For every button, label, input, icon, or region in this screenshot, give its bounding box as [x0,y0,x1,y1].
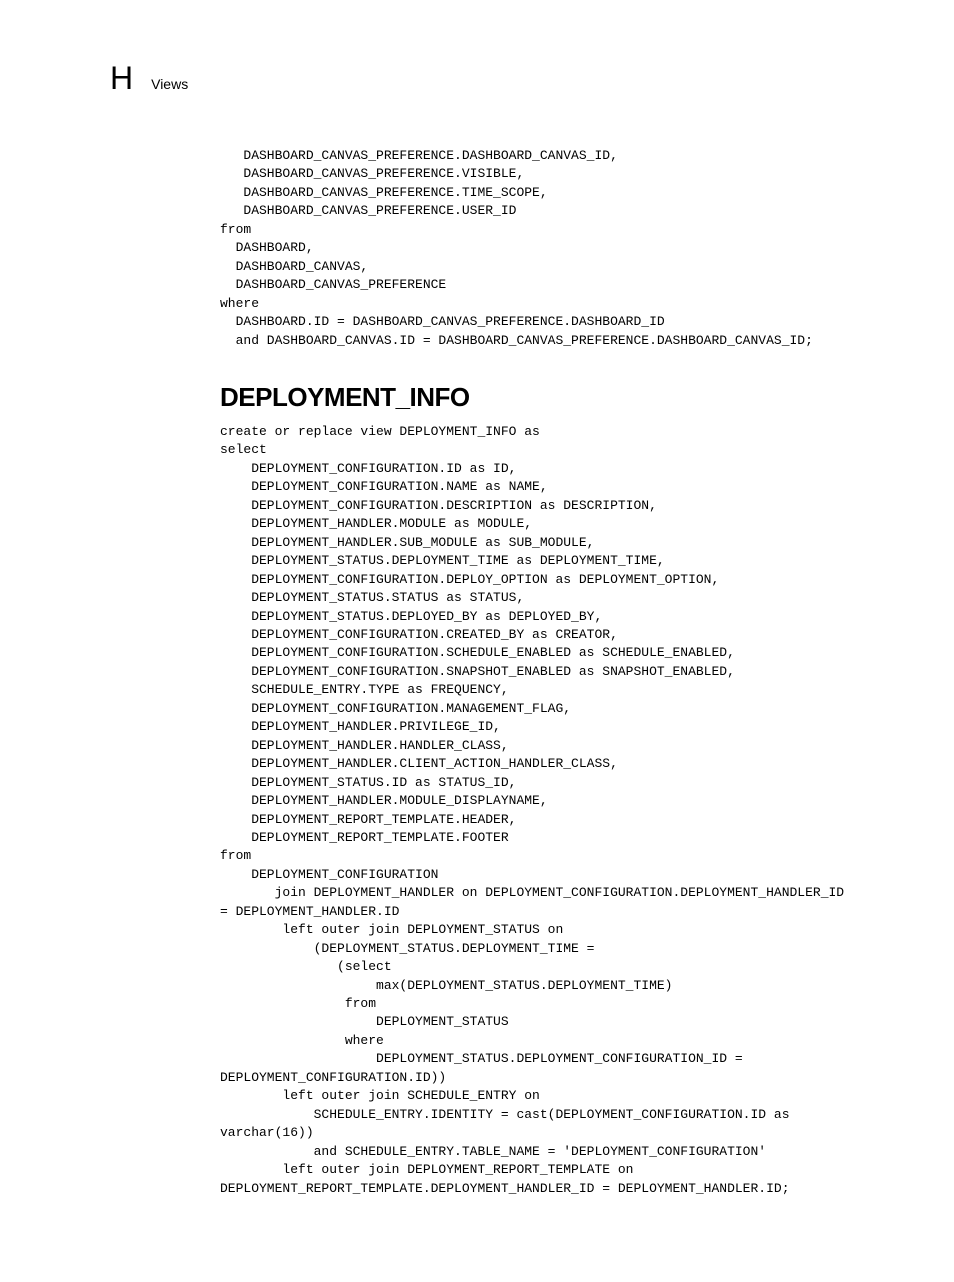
header-title: Views [151,76,188,92]
appendix-letter: H [110,60,133,97]
sql-code-block-2: create or replace view DEPLOYMENT_INFO a… [220,423,894,1198]
sql-code-block-1: DASHBOARD_CANVAS_PREFERENCE.DASHBOARD_CA… [220,147,894,350]
page-header: H Views [110,60,894,97]
section-heading-deployment-info: DEPLOYMENT_INFO [220,382,894,413]
page-container: H Views DASHBOARD_CANVAS_PREFERENCE.DASH… [0,0,954,1282]
